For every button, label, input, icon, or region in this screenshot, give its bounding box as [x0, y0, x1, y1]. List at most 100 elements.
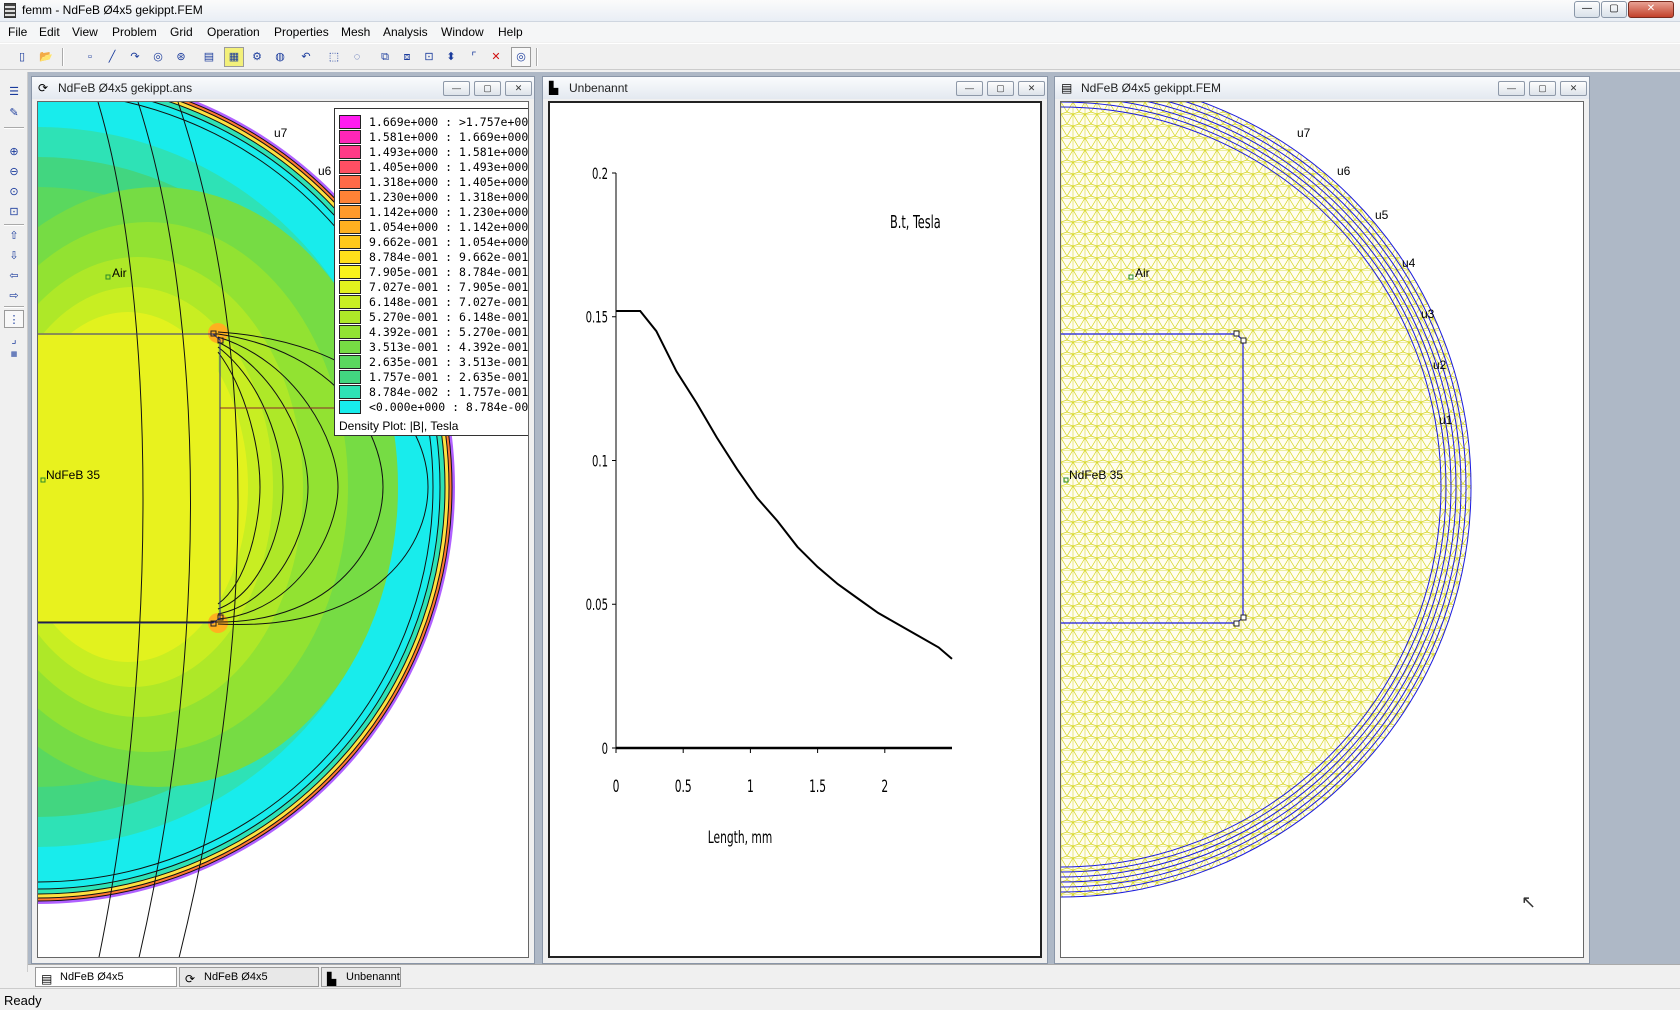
plot-maximize-button[interactable]: ▢	[987, 81, 1014, 96]
mesh-u1-label: u1	[1439, 413, 1453, 427]
minimize-button[interactable]: —	[1574, 1, 1600, 18]
close-button[interactable]: ✕	[1628, 1, 1674, 18]
x-tick-label: 2	[881, 777, 888, 797]
legend-swatch	[339, 115, 361, 129]
mesh-magnet-label: NdFeB 35	[1069, 468, 1124, 482]
fillet-icon[interactable]: ⌜	[464, 47, 484, 67]
legend-text: 1.405e+000 : 1.493e+000	[369, 160, 529, 174]
scale-icon[interactable]: ⊡	[419, 47, 439, 67]
y-tick-label: 0.2	[592, 165, 608, 184]
menu-help[interactable]: Help	[498, 25, 523, 39]
block-label-icon[interactable]: ◎	[148, 47, 168, 67]
plot-canvas[interactable]: 0 0.05 0.1 0.15 0.2 0 0.5 1 1.5 2 B.t, Tesla Length…	[548, 101, 1042, 958]
mesh-view	[1061, 102, 1583, 957]
segment-mode-icon[interactable]: ╱	[102, 47, 122, 67]
tab-fem-file[interactable]: ▤NdFeB Ø4x5 gekippt.FEM	[35, 967, 177, 1001]
plot-tab-icon: ▙	[327, 972, 337, 986]
plot-titlebar: ▙ Unbenannt — ▢ ✕	[543, 77, 1047, 99]
status-bar: Ready	[0, 988, 1680, 1010]
mesh-canvas[interactable]: Air NdFeB 35 u7 u6 u5 u4 u3 u2 u1 ↖	[1060, 101, 1584, 958]
plot-window: ▙ Unbenannt — ▢ ✕ 0 0.05 0.1 0.15 0.2 0 0.5 1 1.…	[542, 76, 1048, 964]
list-icon[interactable]: ☰	[4, 82, 24, 100]
mesh-icon[interactable]: ▦	[224, 47, 244, 67]
legend-text: 5.270e-001 : 6.148e-001	[369, 310, 529, 324]
menu-edit[interactable]: Edit	[39, 25, 60, 39]
menu-analysis[interactable]: Analysis	[383, 25, 428, 39]
properties-icon[interactable]: ▤	[199, 47, 219, 67]
menu-grid[interactable]: Grid	[170, 25, 193, 39]
child-minimize-button[interactable]: —	[443, 81, 470, 96]
zoom-in-icon[interactable]: ⊕	[4, 142, 24, 160]
zoom-out-icon[interactable]: ⊖	[4, 162, 24, 180]
legend-text: 6.148e-001 : 7.027e-001	[369, 295, 529, 309]
legend-text: 1.669e+000 : >1.757e+000	[369, 115, 529, 129]
pre-maximize-button[interactable]: ▢	[1529, 81, 1556, 96]
menu-view[interactable]: View	[72, 25, 98, 39]
select-rect-icon[interactable]: ⬚	[324, 47, 344, 67]
show-grid-icon[interactable]: ⋮	[4, 310, 24, 328]
legend-text: 2.635e-001 : 3.513e-001	[369, 355, 529, 369]
menu-window[interactable]: Window	[441, 25, 484, 39]
snap-grid-icon[interactable]: ⌟	[4, 330, 24, 348]
y-tick-label: 0	[602, 740, 608, 759]
menu-mesh[interactable]: Mesh	[341, 25, 370, 39]
node-mode-icon[interactable]: ▫	[80, 47, 100, 67]
arc-mode-icon[interactable]: ↷	[125, 47, 145, 67]
x-axis-label: Length, mm	[708, 828, 772, 848]
pan-left-icon[interactable]: ⇦	[4, 266, 24, 284]
x-tick-label: 0	[613, 777, 620, 797]
preprocessor-titlebar: ▤ NdFeB Ø4x5 gekippt.FEM — ▢ ✕	[1055, 77, 1589, 99]
menu-problem[interactable]: Problem	[112, 25, 157, 39]
open-boundary-icon[interactable]: ◎	[511, 47, 531, 67]
mirror-icon[interactable]: ⬍	[441, 47, 461, 67]
copy-icon[interactable]: ⧉	[375, 47, 395, 67]
plot-minimize-button[interactable]: —	[956, 81, 983, 96]
maximize-button[interactable]: ▢	[1601, 1, 1627, 18]
mouse-cursor-icon: ↖	[1521, 892, 1537, 912]
move-icon[interactable]: ⧈	[397, 47, 417, 67]
main-toolbar: ▯ 📂 ▫ ╱ ↷ ◎ ⊛ ▤ ▦ ⚙ ◍ ↶ ⬚ ◌ ⧉ ⧈ ⊡ ⬍ ⌜ ✕ …	[0, 43, 1680, 70]
line-chart: 0 0.05 0.1 0.15 0.2 0 0.5 1 1.5 2 B.t, Tesla Length…	[586, 165, 953, 848]
pre-close-button[interactable]: ✕	[1560, 81, 1587, 96]
legend-title: Density Plot: |B|, Tesla	[339, 419, 459, 433]
postprocessor-window: ⟳ NdFeB Ø4x5 gekippt.ans — ▢ ✕ Air NdFeB…	[31, 76, 535, 964]
legend-text: 1.318e+000 : 1.405e+000	[369, 175, 529, 189]
preprocessor-window: ▤ NdFeB Ø4x5 gekippt.FEM — ▢ ✕ Air NdFeB…	[1054, 76, 1590, 964]
plot-icon: ▙	[549, 81, 559, 95]
delete-icon[interactable]: ✕	[486, 47, 506, 67]
new-file-icon[interactable]: ▯	[12, 47, 32, 67]
pre-minimize-button[interactable]: —	[1498, 81, 1525, 96]
pan-up-icon[interactable]: ⇧	[4, 226, 24, 244]
legend-text: 1.757e-001 : 2.635e-001	[369, 370, 529, 384]
legend-text: 1.581e+000 : 1.669e+000	[369, 130, 529, 144]
legend-text: 7.905e-001 : 8.784e-001	[369, 265, 529, 279]
preprocessor-icon: ▤	[1061, 81, 1073, 95]
menu-operation[interactable]: Operation	[207, 25, 260, 39]
status-text: Ready	[4, 993, 42, 1008]
analyze-icon[interactable]: ⚙	[247, 47, 267, 67]
pan-down-icon[interactable]: ⇩	[4, 246, 24, 264]
plot-close-button[interactable]: ✕	[1018, 81, 1045, 96]
window-title: femm - NdFeB Ø4x5 gekippt.FEM	[22, 3, 203, 17]
view-results-icon[interactable]: ◍	[270, 47, 290, 67]
open-folder-icon[interactable]: 📂	[36, 47, 56, 67]
mdi-workspace: ⟳ NdFeB Ø4x5 gekippt.ans — ▢ ✕ Air NdFeB…	[28, 72, 1680, 964]
menu-file[interactable]: File	[8, 25, 27, 39]
menu-properties[interactable]: Properties	[274, 25, 329, 39]
tab-ans-file[interactable]: ⟳NdFeB Ø4x5 gekippt.ans	[179, 967, 319, 1001]
group-mode-icon[interactable]: ⊛	[171, 47, 191, 67]
zoom-window-icon[interactable]: ⊡	[4, 202, 24, 220]
select-circle-icon[interactable]: ◌	[347, 47, 367, 67]
density-plot-canvas[interactable]: Air NdFeB 35 u7 u6 1.669e+000 : >1.757e+…	[37, 101, 529, 958]
legend-text: 8.784e-002 : 1.757e-001	[369, 385, 529, 399]
child-maximize-button[interactable]: ▢	[474, 81, 501, 96]
preprocessor-title: NdFeB Ø4x5 gekippt.FEM	[1081, 81, 1222, 95]
undo-icon[interactable]: ↶	[296, 47, 316, 67]
grid-size-icon[interactable]: ▦	[4, 350, 24, 368]
x-tick-label: 1.5	[809, 777, 826, 797]
child-close-button[interactable]: ✕	[505, 81, 532, 96]
pan-right-icon[interactable]: ⇨	[4, 286, 24, 304]
zoom-natural-icon[interactable]: ⊙	[4, 182, 24, 200]
edit-note-icon[interactable]: ✎	[4, 103, 24, 121]
tab-plot[interactable]: ▙ Unbenannt	[321, 967, 401, 987]
